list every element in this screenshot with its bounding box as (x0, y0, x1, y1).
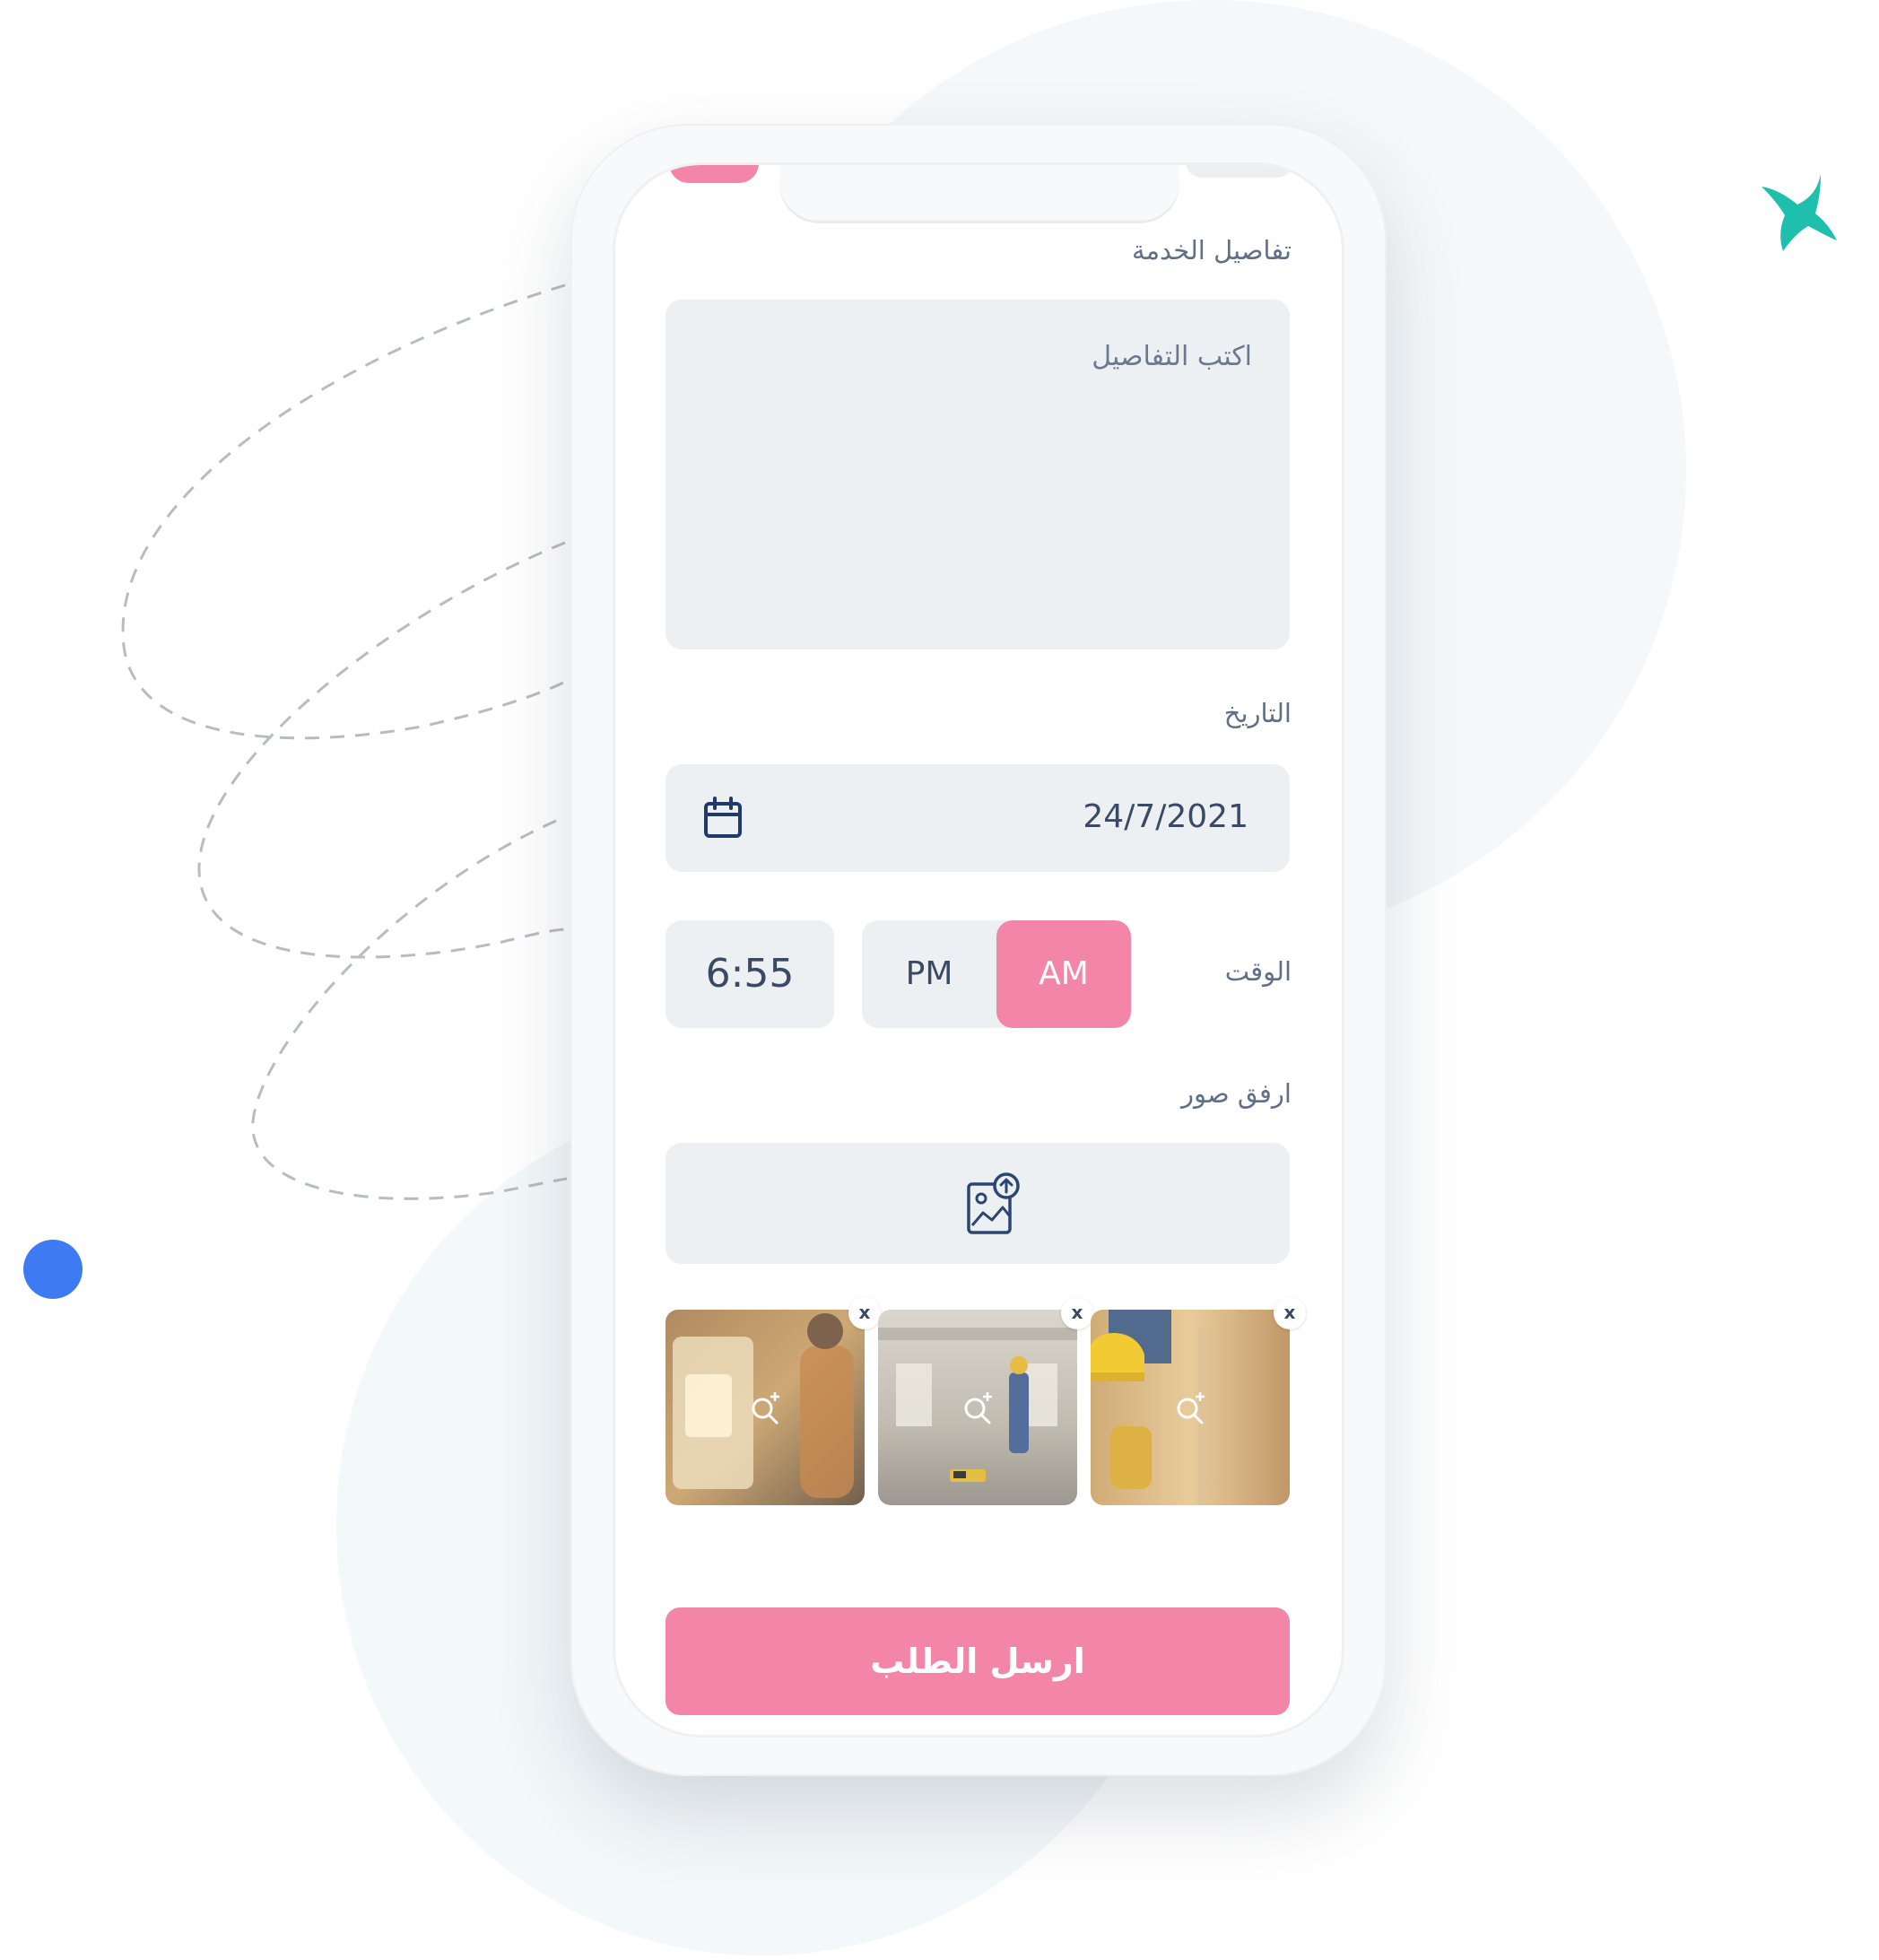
image-upload-icon (967, 1172, 1020, 1234)
zoom-in-icon[interactable] (1173, 1390, 1209, 1426)
remove-image-button[interactable]: x (848, 1297, 881, 1329)
zoom-in-icon[interactable] (748, 1390, 784, 1426)
phone-frame: تفاصيل الخدمة اكتب التفاصيل التاريخ 24/7… (570, 124, 1387, 1776)
pm-option[interactable]: PM (862, 920, 996, 1028)
details-placeholder: اكتب التفاصيل (1092, 341, 1252, 372)
attach-images-label: ارفق صور (1181, 1078, 1292, 1109)
remove-image-button[interactable]: x (1061, 1297, 1093, 1329)
calendar-icon[interactable] (703, 797, 743, 840)
am-option[interactable]: AM (996, 920, 1131, 1028)
service-details-textarea[interactable]: اكتب التفاصيل (665, 300, 1290, 649)
status-indicator (669, 165, 759, 183)
phone-notch (779, 165, 1179, 221)
am-pm-toggle: PM AM (862, 920, 1131, 1028)
service-details-label: تفاصيل الخدمة (1131, 235, 1292, 266)
date-picker-field[interactable]: 24/7/2021 (665, 764, 1290, 872)
remove-image-button[interactable]: x (1274, 1297, 1306, 1329)
attached-image-thumbnail[interactable] (878, 1310, 1077, 1505)
time-input[interactable]: 6:55 (665, 920, 834, 1028)
star-icon (1762, 174, 1837, 251)
decorative-dot (23, 1240, 83, 1299)
date-label: التاريخ (1223, 698, 1292, 728)
app-showcase: تفاصيل الخدمة اكتب التفاصيل التاريخ 24/7… (0, 0, 1879, 1960)
date-value: 24/7/2021 (1083, 798, 1248, 835)
phone-screen: تفاصيل الخدمة اكتب التفاصيل التاريخ 24/7… (615, 165, 1342, 1735)
status-bar-right (1186, 165, 1293, 178)
time-label: الوقت (1224, 956, 1292, 987)
submit-request-button[interactable]: ارسل الطلب (665, 1607, 1290, 1715)
zoom-in-icon[interactable] (961, 1390, 996, 1426)
attached-image-thumbnail[interactable] (1091, 1310, 1290, 1505)
attached-image-thumbnail[interactable] (665, 1310, 865, 1505)
image-upload-field[interactable] (665, 1143, 1290, 1264)
